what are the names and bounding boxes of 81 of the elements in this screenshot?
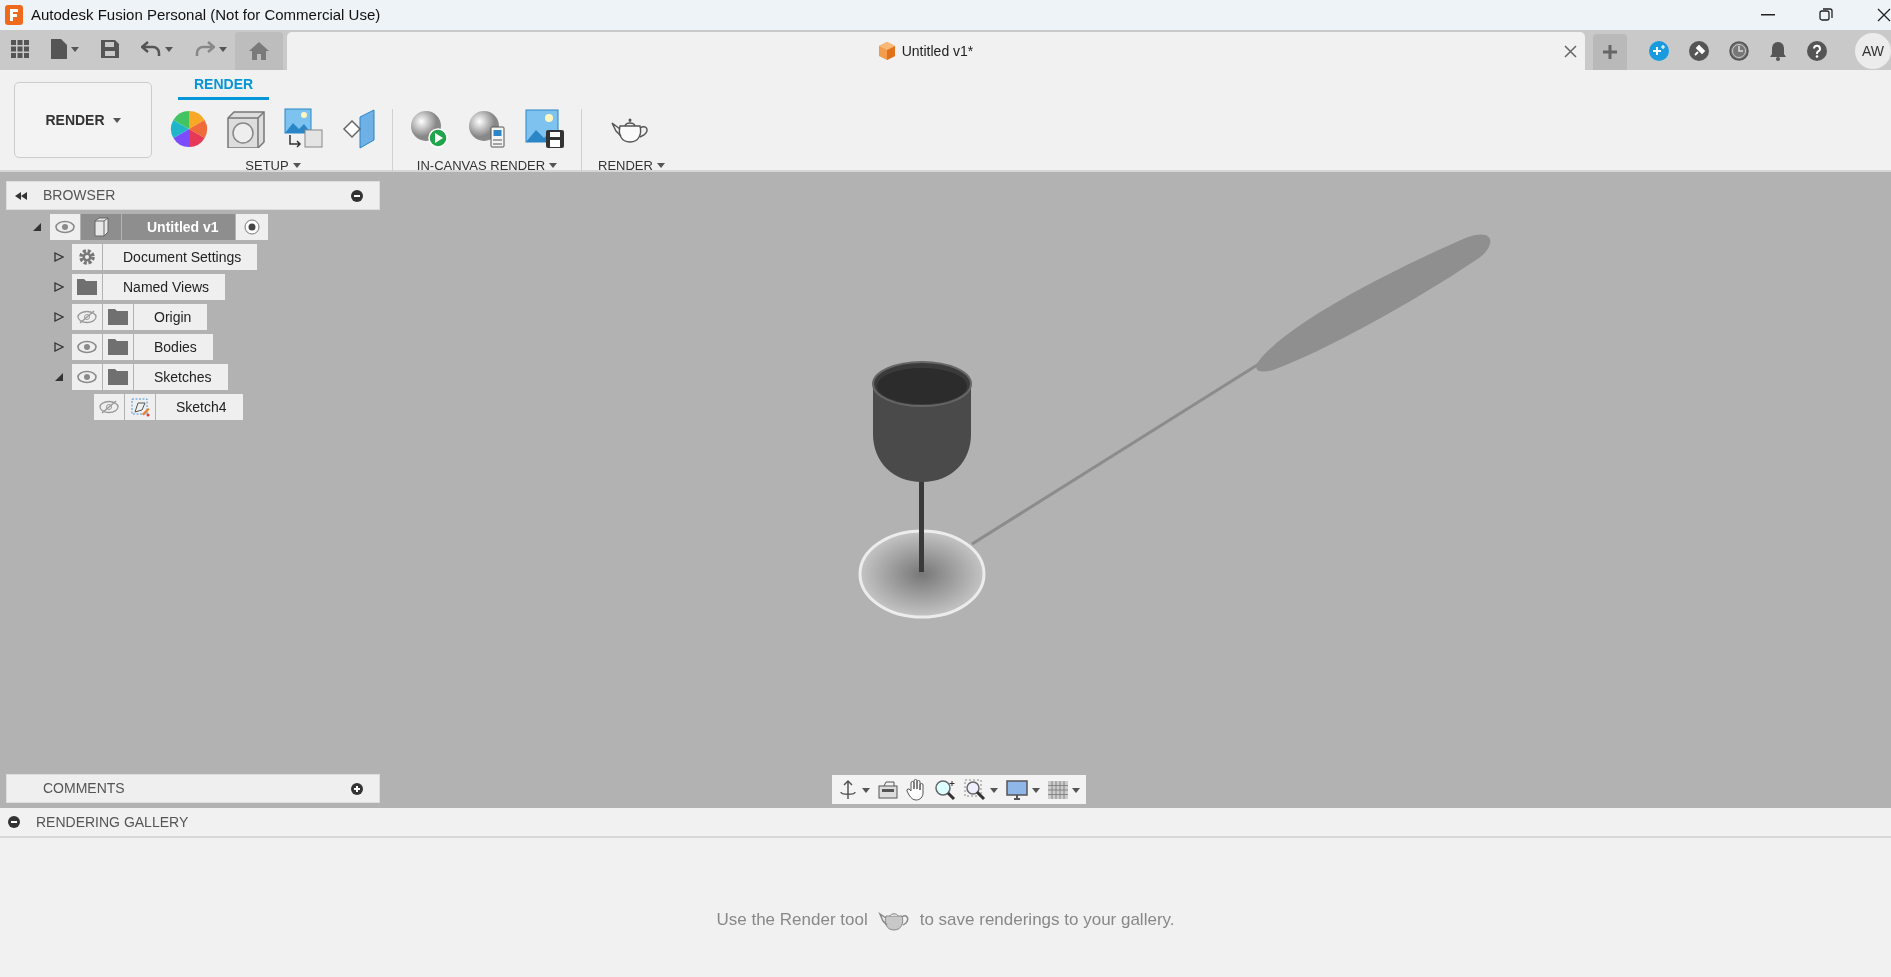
sketch-icon (130, 397, 150, 417)
caret-icon (656, 163, 665, 169)
radio-icon (243, 219, 260, 235)
sphere-in-box-icon[interactable] (226, 110, 266, 148)
zoom-window-button[interactable] (964, 777, 998, 802)
gallery-hint-text: Use the Render tool (716, 908, 868, 931)
hand-pan-icon[interactable] (906, 778, 926, 801)
folder-icon (108, 339, 128, 355)
expand-arrow-icon[interactable] (54, 282, 64, 292)
box-icon (91, 217, 111, 237)
folder-icon (77, 279, 97, 295)
collapse-arrow-icon[interactable] (54, 372, 64, 382)
plus-icon (1602, 44, 1618, 60)
caret-icon (112, 117, 121, 123)
expand-arrow-icon[interactable] (54, 342, 64, 352)
apps-grid-icon[interactable] (11, 40, 29, 58)
tree-item[interactable]: Bodies (134, 334, 213, 360)
cube-icon (877, 42, 896, 60)
panel-title: BROWSER (43, 186, 116, 205)
tool-group-menu[interactable]: SETUP (245, 156, 301, 176)
caret-icon (1032, 787, 1040, 793)
document-title: Untitled v1* (901, 41, 974, 61)
collapse-panel-icon[interactable] (15, 191, 27, 200)
close-button[interactable] (1877, 8, 1891, 22)
bell-icon[interactable] (1769, 41, 1787, 61)
folder-icon (108, 369, 128, 385)
tree-item[interactable]: Origin (134, 304, 208, 330)
tree-item[interactable]: Document Settings (103, 244, 258, 270)
eye-icon[interactable] (72, 334, 102, 360)
orbit-tool-button[interactable] (838, 777, 870, 802)
caret-icon (71, 47, 79, 53)
caret-icon (862, 787, 870, 793)
sphere-play-icon[interactable] (409, 109, 449, 149)
tree-item[interactable]: Named Views (103, 274, 226, 300)
caret-icon (990, 787, 998, 793)
display-settings-button[interactable] (1006, 777, 1040, 802)
collapse-arrow-icon[interactable] (32, 222, 42, 232)
decal-plane-icon[interactable] (342, 109, 376, 149)
help-icon[interactable] (1807, 41, 1827, 61)
close-tab-button[interactable] (1564, 44, 1577, 58)
sphere-settings-icon[interactable] (467, 109, 507, 149)
zoom-in-icon[interactable] (934, 778, 956, 801)
eye-icon[interactable] (50, 214, 80, 240)
caret-icon (165, 47, 173, 53)
gallery-hint-text: to save renderings to your gallery. (919, 908, 1175, 931)
new-tab-button[interactable] (1593, 34, 1627, 70)
image-to-box-icon[interactable] (284, 108, 324, 150)
color-wheel-icon[interactable] (170, 110, 208, 148)
restore-button[interactable] (1819, 8, 1833, 22)
user-avatar[interactable]: AW (1855, 33, 1891, 69)
clock-icon[interactable] (1729, 41, 1749, 61)
tree-item[interactable]: Sketches (134, 364, 228, 390)
sparkle-icon[interactable] (1649, 41, 1669, 61)
caret-icon (219, 47, 227, 53)
caret-icon (292, 163, 301, 169)
home-icon (249, 42, 269, 60)
look-at-icon[interactable] (878, 780, 898, 799)
panel-title: RENDERING GALLERY (36, 812, 189, 832)
plug-icon[interactable] (1689, 41, 1709, 61)
eye-icon[interactable] (72, 364, 102, 390)
expand-arrow-icon[interactable] (54, 252, 64, 262)
tool-group-menu[interactable]: IN-CANVAS RENDER (416, 156, 558, 176)
tool-group-menu[interactable]: RENDER (598, 156, 665, 176)
gear-icon (78, 248, 96, 266)
save-icon[interactable] (101, 40, 119, 58)
folder-icon (108, 309, 128, 325)
panel-title: COMMENTS (43, 779, 125, 798)
tree-item[interactable]: Sketch4 (156, 394, 243, 420)
caret-icon (549, 163, 558, 169)
minimize-button[interactable] (1761, 14, 1775, 16)
app-logo-icon (5, 5, 23, 25)
image-save-icon[interactable] (525, 109, 565, 149)
expand-panel-icon[interactable] (351, 782, 363, 795)
file-menu-button[interactable] (51, 37, 79, 61)
expand-arrow-icon[interactable] (54, 312, 64, 322)
window-title: Autodesk Fusion Personal (Not for Commercial Use) (31, 4, 381, 25)
caret-icon (1072, 787, 1080, 793)
document-tab[interactable]: Untitled v1* (287, 32, 1585, 70)
minimize-panel-icon[interactable] (351, 189, 363, 202)
workspace-dropdown[interactable]: RENDER (14, 82, 152, 158)
minimize-panel-icon[interactable] (8, 816, 20, 828)
